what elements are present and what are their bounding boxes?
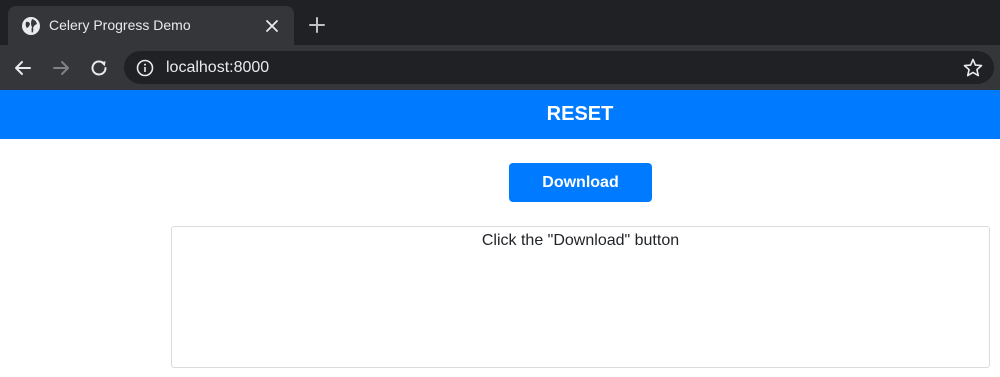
close-icon[interactable] bbox=[264, 18, 280, 34]
globe-icon bbox=[22, 17, 40, 35]
tab-strip: Celery Progress Demo bbox=[0, 0, 1000, 45]
arrow-right-icon[interactable] bbox=[49, 56, 73, 80]
address-bar[interactable]: localhost:8000 bbox=[124, 51, 994, 84]
info-icon[interactable] bbox=[136, 59, 154, 77]
reset-button[interactable]: RESET bbox=[0, 90, 1000, 139]
address-url[interactable]: localhost:8000 bbox=[166, 59, 269, 77]
browser-tab[interactable]: Celery Progress Demo bbox=[8, 6, 294, 45]
arrow-left-icon[interactable] bbox=[11, 56, 35, 80]
tab-title: Celery Progress Demo bbox=[49, 17, 191, 33]
reload-icon[interactable] bbox=[87, 56, 111, 80]
browser-toolbar: localhost:8000 bbox=[0, 45, 1000, 90]
status-message: Click the "Download" button bbox=[481, 232, 680, 249]
star-icon[interactable] bbox=[962, 57, 984, 79]
download-button[interactable]: Download bbox=[509, 163, 652, 202]
progress-panel: Click the "Download" button bbox=[171, 226, 990, 368]
reset-button-label: RESET bbox=[546, 103, 614, 125]
plus-icon[interactable] bbox=[306, 14, 328, 36]
